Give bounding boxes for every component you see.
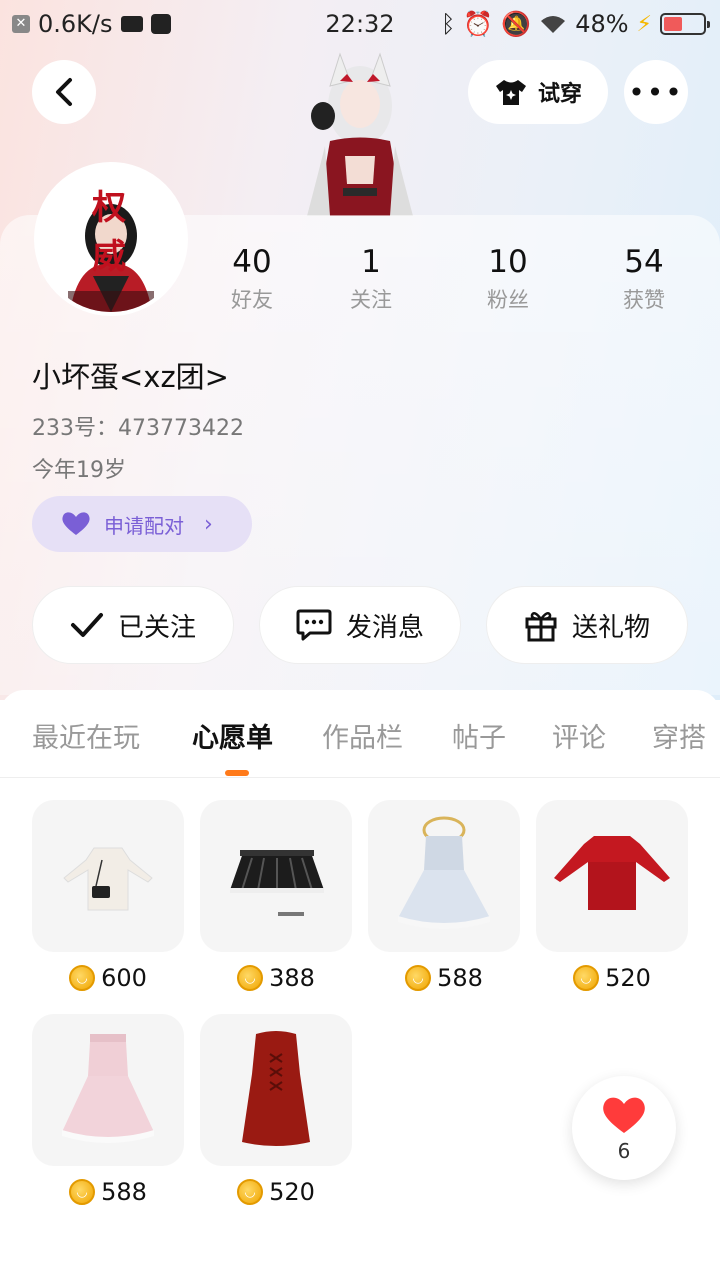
stat-fans[interactable]: 10 粉丝 xyxy=(448,244,568,314)
stat-friends[interactable]: 40 好友 xyxy=(192,244,312,314)
wishlist-item[interactable]: ◡ 588 xyxy=(368,800,520,992)
coin-icon: ◡ xyxy=(69,1179,96,1205)
item-thumbnail xyxy=(32,1014,184,1166)
item-thumbnail xyxy=(200,1014,352,1166)
try-on-label: 试穿 xyxy=(537,82,582,107)
tab-wishlist[interactable]: 心愿单 xyxy=(192,716,273,755)
status-right: ᛒ ⏰ 🔕 48% ⚡ xyxy=(441,10,710,38)
pair-label: 申请配对 xyxy=(104,513,184,538)
favorites-float-button[interactable]: 6 xyxy=(572,1076,676,1180)
coin-icon: ◡ xyxy=(237,1179,264,1205)
tab-posts[interactable]: 帖子 xyxy=(452,716,506,755)
stat-value: 54 xyxy=(624,244,664,280)
profile-avatar[interactable]: 权威 xyxy=(34,162,188,316)
message-label: 发消息 xyxy=(345,612,424,643)
follow-label: 已关注 xyxy=(117,612,196,643)
item-price: ◡ 520 xyxy=(200,1178,352,1206)
price-value: 388 xyxy=(269,964,315,992)
stat-label: 粉丝 xyxy=(487,288,529,312)
tab-recently-played[interactable]: 最近在玩 xyxy=(32,716,140,755)
username: 小坏蛋<xz团> xyxy=(32,360,229,394)
bluetooth-icon: ᛒ xyxy=(441,10,456,38)
item-thumbnail xyxy=(200,800,352,952)
wishlist-item[interactable]: ◡ 520 xyxy=(200,1014,352,1206)
stat-likes[interactable]: 54 获赞 xyxy=(584,244,704,314)
tab-bar: 最近在玩 心愿单 作品栏 帖子 评论 穿搭 xyxy=(0,690,720,778)
stat-value: 1 xyxy=(361,244,381,280)
check-icon xyxy=(70,613,103,637)
coin-icon: ◡ xyxy=(405,965,432,991)
red-leather-dress-image xyxy=(242,1031,310,1146)
item-price: ◡ 588 xyxy=(368,964,520,992)
user-id: 233号：473773422 xyxy=(32,416,244,441)
white-outfit-image xyxy=(63,847,153,911)
avatar-overlay-text: 权威 xyxy=(92,188,170,277)
item-price: ◡ 600 xyxy=(32,964,184,992)
pink-dress-image xyxy=(62,1034,154,1143)
tab-comments[interactable]: 评论 xyxy=(552,716,606,755)
message-button[interactable]: 发消息 xyxy=(259,586,461,664)
chat-bubble-icon xyxy=(296,609,332,641)
wifi-icon xyxy=(541,16,566,33)
item-price: ◡ 588 xyxy=(32,1178,184,1206)
chevron-left-icon xyxy=(56,78,72,106)
try-on-button[interactable]: 试穿 xyxy=(468,60,608,124)
item-thumbnail xyxy=(536,800,688,952)
follow-button[interactable]: 已关注 xyxy=(32,586,234,664)
pair-request-button[interactable]: 申请配对 › xyxy=(32,496,252,552)
user-age: 今年19岁 xyxy=(32,458,126,483)
mute-icon: 🔕 xyxy=(501,10,532,38)
wishlist-item[interactable]: ◡ 388 xyxy=(200,800,352,992)
gift-button[interactable]: 送礼物 xyxy=(486,586,688,664)
stat-label: 关注 xyxy=(350,288,392,312)
tab-works[interactable]: 作品栏 xyxy=(322,716,403,755)
item-thumbnail xyxy=(368,800,520,952)
stat-following[interactable]: 1 关注 xyxy=(311,244,431,314)
tab-outfits[interactable]: 穿搭 xyxy=(652,716,706,755)
charging-icon: ⚡ xyxy=(636,11,652,37)
more-button[interactable]: ••• xyxy=(624,60,688,124)
item-price: ◡ 388 xyxy=(200,964,352,992)
coin-icon: ◡ xyxy=(69,965,96,991)
price-value: 588 xyxy=(101,1178,147,1206)
white-dress-image xyxy=(398,816,490,929)
more-icon: ••• xyxy=(628,75,684,109)
black-skirt-image xyxy=(230,850,324,916)
price-value: 600 xyxy=(101,964,147,992)
wishlist-item[interactable]: ◡ 588 xyxy=(32,1014,184,1206)
gift-icon xyxy=(525,611,557,642)
favorites-count: 6 xyxy=(617,1139,631,1163)
tshirt-icon xyxy=(495,80,526,105)
heart-icon xyxy=(62,512,90,535)
coin-icon: ◡ xyxy=(573,965,600,991)
coin-icon: ◡ xyxy=(237,965,264,991)
price-value: 520 xyxy=(269,1178,315,1206)
chevron-right-icon: › xyxy=(204,511,213,537)
item-thumbnail xyxy=(32,800,184,952)
stat-label: 获赞 xyxy=(623,288,665,312)
avatar-3d-character[interactable] xyxy=(285,46,435,216)
gift-label: 送礼物 xyxy=(571,612,650,643)
battery-fill xyxy=(664,17,683,31)
status-bar: ✕ 0.6K/s 22:32 ᛒ ⏰ 🔕 48% ⚡ xyxy=(0,0,720,50)
back-button[interactable] xyxy=(32,60,96,124)
wishlist-item[interactable]: ◡ 600 xyxy=(32,800,184,992)
price-value: 588 xyxy=(437,964,483,992)
wishlist-item[interactable]: ◡ 520 xyxy=(536,800,688,992)
stat-label: 好友 xyxy=(231,288,273,312)
battery-icon xyxy=(660,13,710,35)
stat-value: 40 xyxy=(232,244,272,280)
item-price: ◡ 520 xyxy=(536,964,688,992)
alarm-icon: ⏰ xyxy=(463,10,494,38)
stat-value: 10 xyxy=(488,244,528,280)
price-value: 520 xyxy=(605,964,651,992)
red-dress-image xyxy=(554,836,670,910)
active-tab-indicator xyxy=(225,770,249,776)
battery-percent: 48% xyxy=(575,10,629,38)
heart-icon xyxy=(603,1097,645,1133)
